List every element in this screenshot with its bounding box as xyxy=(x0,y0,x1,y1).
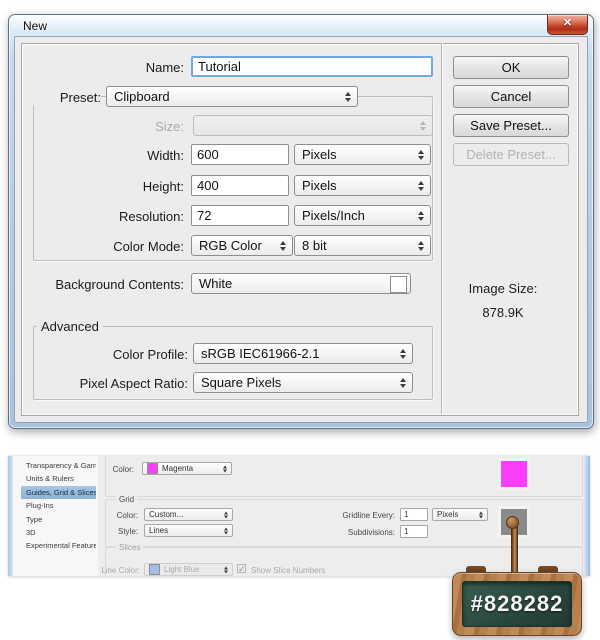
panel-right-edge xyxy=(583,456,590,576)
pixel-aspect-ratio-label: Pixel Aspect Ratio: xyxy=(79,376,188,391)
image-size-value: 878.9K xyxy=(482,305,524,320)
pointer-stick-knob xyxy=(506,516,519,529)
chalkboard-sign: #828282 xyxy=(452,572,582,636)
dropdown-stepper-icon xyxy=(418,149,424,160)
ok-button[interactable]: OK xyxy=(453,56,569,79)
cancel-button[interactable]: Cancel xyxy=(453,85,569,108)
grid-color-dropdown[interactable]: Custom... xyxy=(144,508,233,521)
gridline-every-label: Gridline Every: xyxy=(342,511,395,520)
save-preset-button[interactable]: Save Preset... xyxy=(453,114,569,137)
size-dropdown xyxy=(193,115,433,136)
background-contents-label: Background Contents: xyxy=(55,277,184,292)
color-profile-dropdown[interactable]: sRGB IEC61966-2.1 xyxy=(193,343,413,364)
close-button[interactable]: ✕ xyxy=(547,15,588,35)
chalkboard-surface: #828282 xyxy=(462,581,572,627)
dropdown-stepper-icon xyxy=(479,511,483,518)
dropdown-stepper-icon xyxy=(400,377,406,388)
width-unit-dropdown[interactable]: Pixels xyxy=(294,144,431,165)
color-profile-label: Color Profile: xyxy=(112,347,188,362)
subdivisions-label: Subdivisions: xyxy=(347,528,395,537)
resolution-label: Resolution: xyxy=(118,209,184,224)
dropdown-stepper-icon xyxy=(223,465,227,472)
dropdown-stepper-icon xyxy=(418,180,424,191)
background-color-swatch[interactable] xyxy=(390,276,407,293)
dropdown-stepper-icon xyxy=(224,566,228,573)
image-size-label: Image Size: xyxy=(468,281,538,296)
magenta-guide-swatch xyxy=(501,461,527,487)
bit-depth-dropdown[interactable]: 8 bit xyxy=(294,235,431,256)
pointer-stick xyxy=(511,524,518,574)
preset-dropdown[interactable]: Clipboard xyxy=(106,86,358,107)
dropdown-stepper-icon xyxy=(418,210,424,221)
new-document-dialog: New ✕ Name: Preset: Clipboard Size: Widt… xyxy=(8,14,594,429)
width-label: Width: xyxy=(147,148,184,163)
grid-style-label: Style: xyxy=(117,527,138,536)
advanced-legend: Advanced xyxy=(37,319,103,334)
height-input[interactable] xyxy=(191,175,289,196)
gridline-every-input[interactable] xyxy=(400,508,428,521)
show-slice-numbers-checkbox: ✓ xyxy=(237,564,246,574)
line-color-swatch-icon xyxy=(149,564,160,575)
guides-color-swatch-icon xyxy=(147,463,158,474)
background-contents-dropdown[interactable]: White xyxy=(191,273,411,294)
dropdown-stepper-icon xyxy=(224,511,228,518)
name-label: Name: xyxy=(145,60,184,75)
dropdown-stepper-icon xyxy=(420,120,426,131)
slices-legend: Slices xyxy=(116,543,144,552)
pixel-aspect-ratio-dropdown[interactable]: Square Pixels xyxy=(193,372,413,393)
checkmark-icon: ✓ xyxy=(238,564,246,574)
delete-preset-button: Delete Preset... xyxy=(453,143,569,166)
preset-label: Preset: xyxy=(29,90,101,105)
guides-color-dropdown[interactable]: Magenta xyxy=(142,462,232,475)
color-mode-dropdown[interactable]: RGB Color xyxy=(191,235,293,256)
dropdown-stepper-icon xyxy=(400,348,406,359)
dropdown-stepper-icon xyxy=(280,240,286,251)
size-label: Size: xyxy=(155,119,184,134)
line-color-label: Line Color: xyxy=(101,566,140,575)
sidebar-item-units-rulers[interactable]: Units & Rulers xyxy=(21,472,96,485)
resolution-input[interactable] xyxy=(191,205,289,226)
vertical-divider xyxy=(441,43,442,414)
preferences-panel: Transparency & Gamut Units & Rulers Guid… xyxy=(8,455,590,576)
sidebar-item-experimental-features[interactable]: Experimental Features xyxy=(21,539,96,552)
close-icon: ✕ xyxy=(562,17,573,29)
grid-legend: Grid xyxy=(116,495,138,504)
height-label: Height: xyxy=(142,179,184,194)
gridline-unit-dropdown[interactable]: Pixels xyxy=(432,508,488,521)
resolution-unit-dropdown[interactable]: Pixels/Inch xyxy=(294,205,431,226)
subdivisions-input[interactable] xyxy=(400,525,428,538)
width-input[interactable] xyxy=(191,144,289,165)
grid-style-dropdown[interactable]: Lines xyxy=(144,524,233,537)
dialog-title: New xyxy=(23,19,48,33)
sidebar-item-guides-grid-slices[interactable]: Guides, Grid & Slices xyxy=(21,485,96,500)
dropdown-stepper-icon xyxy=(345,91,351,102)
color-mode-label: Color Mode: xyxy=(113,239,184,254)
height-unit-dropdown[interactable]: Pixels xyxy=(294,175,431,196)
dropdown-stepper-icon xyxy=(418,240,424,251)
line-color-dropdown: Light Blue xyxy=(144,563,233,576)
dropdown-stepper-icon xyxy=(224,527,228,534)
show-slice-numbers-label: Show Slice Numbers xyxy=(251,566,326,575)
guides-color-label: Color: xyxy=(112,465,134,474)
name-input[interactable] xyxy=(191,56,433,77)
grid-color-label: Color: xyxy=(116,511,138,520)
hex-color-value: #828282 xyxy=(470,591,564,616)
